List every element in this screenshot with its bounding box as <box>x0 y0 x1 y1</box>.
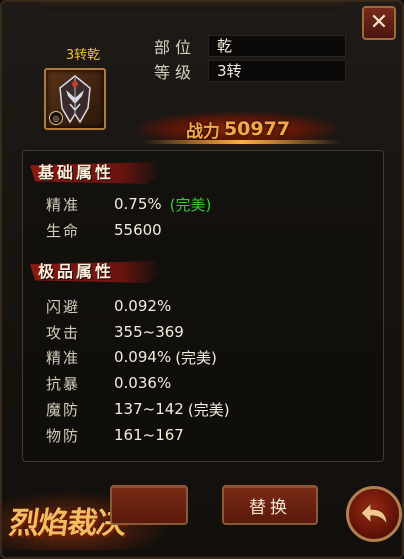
basic-section-title: 基础属性 <box>38 163 115 182</box>
stat-perfect: (完美) <box>169 195 212 214</box>
stat-row: 物防 161~167 <box>46 423 184 447</box>
stat-value: 355~369 <box>114 323 184 341</box>
stat-perfect: (完美) <box>187 400 230 419</box>
info-value: 3转 <box>208 60 346 82</box>
close-icon: ✕ <box>369 10 389 35</box>
stat-label: 魔防 <box>46 400 81 419</box>
item-badge-icon: ◎ <box>49 111 63 125</box>
power-value: 50977 <box>223 118 291 140</box>
stat-row: 魔防 137~142 (完美) <box>46 397 230 421</box>
replace-button[interactable]: 替换 <box>222 485 318 525</box>
stat-row: 精准 0.75% (完美) <box>46 192 211 216</box>
stat-value: 0.094% <box>114 348 172 366</box>
stat-value: 137~142 <box>114 400 184 418</box>
stat-row: 闪避 0.092% <box>46 294 171 318</box>
power-glow <box>142 140 342 144</box>
stat-value: 0.036% <box>114 374 172 392</box>
stat-row: 生命 55600 <box>46 218 162 242</box>
info-row-slot: 部位 乾 <box>154 35 346 57</box>
stat-label: 攻击 <box>46 323 81 342</box>
stat-label: 精准 <box>46 195 81 214</box>
item-slot[interactable]: ◎ <box>44 68 106 130</box>
info-label: 部位 <box>154 38 197 57</box>
power-label: 战力 <box>185 121 220 142</box>
item-name: 3转乾 <box>65 48 101 63</box>
stat-label: 闪避 <box>46 297 81 316</box>
stat-value: 55600 <box>114 221 162 239</box>
info-label: 等级 <box>154 63 197 82</box>
stat-row: 攻击 355~369 <box>46 320 184 344</box>
stat-label: 物防 <box>46 426 81 445</box>
stat-label: 精准 <box>46 348 81 367</box>
stat-value: 0.75% <box>114 195 162 213</box>
back-button[interactable] <box>346 486 402 542</box>
panel-top-ornament <box>42 2 342 10</box>
stat-row: 抗暴 0.036% <box>46 371 171 395</box>
stat-label: 生命 <box>46 221 81 240</box>
equipment-detail-panel: ✕ 3转乾 ◎ 部位 乾 等级 3转 战力 50977 基础属性 精准 0.75… <box>0 0 404 559</box>
info-value: 乾 <box>208 35 346 57</box>
stat-row: 精准 0.094% (完美) <box>46 345 217 369</box>
stat-label: 抗暴 <box>46 374 81 393</box>
premium-section-title: 极品属性 <box>38 262 115 281</box>
info-row-level: 等级 3转 <box>154 60 346 82</box>
close-button[interactable]: ✕ <box>362 6 396 40</box>
stat-value: 161~167 <box>114 426 184 444</box>
empty-button[interactable] <box>110 485 188 525</box>
stat-perfect: (完美) <box>175 348 217 367</box>
back-arrow-icon <box>360 501 388 528</box>
stat-value: 0.092% <box>114 297 172 315</box>
